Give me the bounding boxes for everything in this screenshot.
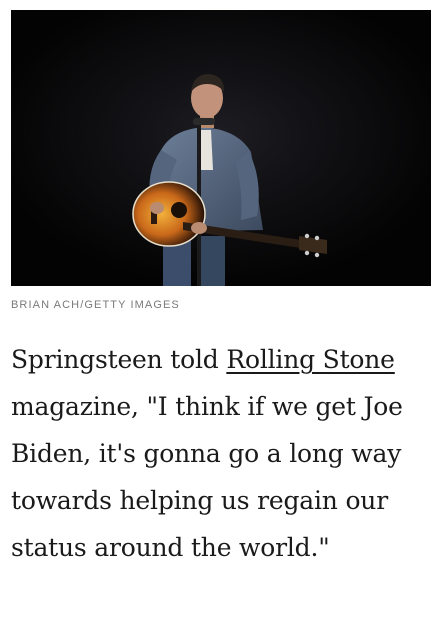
photo-credit: BRIAN ACH/GETTY IMAGES: [11, 299, 180, 311]
right-leg: [197, 236, 225, 286]
hand: [150, 202, 164, 214]
article-text-lead: Springsteen told: [11, 345, 227, 374]
microphone: [193, 118, 215, 125]
news-photo: [11, 10, 431, 286]
performer-illustration: [11, 10, 431, 286]
article-paragraph: Springsteen told Rolling Stone magazine,…: [11, 336, 437, 571]
rolling-stone-link[interactable]: Rolling Stone: [226, 345, 395, 374]
article-text-quote: magazine, "I think if we get Joe Biden, …: [11, 392, 403, 562]
hand: [191, 222, 207, 234]
guitar-soundhole: [171, 202, 187, 218]
